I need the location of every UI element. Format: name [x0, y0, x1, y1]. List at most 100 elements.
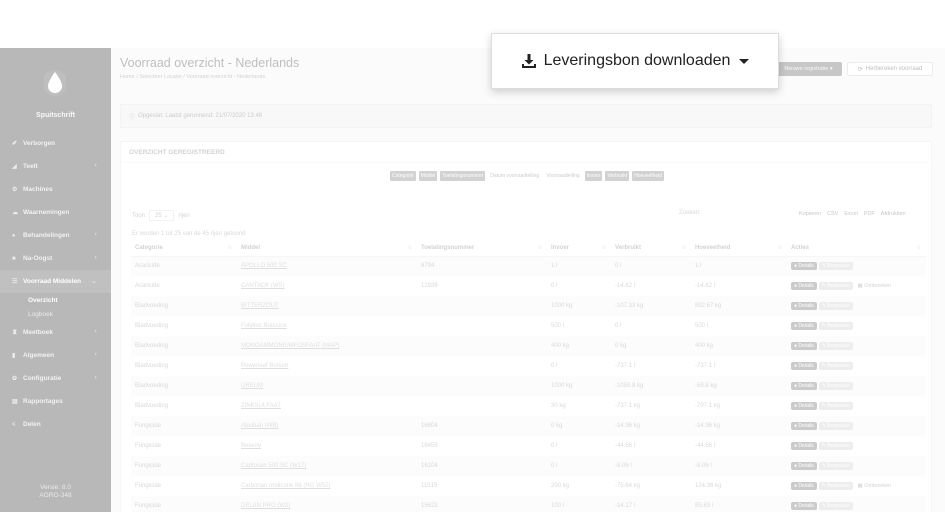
middel-link[interactable]: Powerleaf Borium [241, 363, 288, 369]
column-toggle-categorie[interactable]: Categorie [389, 171, 416, 181]
details-button[interactable]: ● Details [791, 302, 817, 310]
cell-toelatingsnummer: 8794 [417, 256, 547, 276]
water-drop-icon [44, 70, 66, 96]
details-button[interactable]: ● Details [791, 382, 817, 390]
middel-link[interactable]: APOLLO 500 SC [241, 263, 287, 269]
sidebar-item-waarnemingen[interactable]: ☁ Waarnemingen [0, 201, 111, 224]
export-kopieren-button[interactable]: Kopieren [797, 210, 823, 218]
column-toggle-datum-voorraadtelling[interactable]: Datum voorraadtelling [488, 171, 541, 181]
recalculate-stock-button[interactable]: ⟳ Herbereken voorraad [847, 62, 933, 76]
details-button[interactable]: ● Details [791, 442, 817, 450]
sidebar-item-voorraad-middelen[interactable]: ☰ Voorraad Middelen ⌄ [0, 270, 111, 293]
column-header-acties[interactable]: Acties ⇅ [787, 241, 926, 257]
details-button[interactable]: ● Details [791, 322, 817, 330]
sidebar-subitem-overzicht[interactable]: Overzicht [0, 293, 111, 307]
sidebar-item-label: Delen [23, 421, 41, 428]
cell-category: Acaricide [135, 283, 160, 289]
edit-label: Bewerken [827, 363, 850, 369]
middel-link[interactable]: Abiuban (WB) [241, 423, 278, 429]
cell-middel: APOLLO 500 SC [237, 256, 417, 276]
cell-middel: DELAN PRO (W2) [237, 496, 417, 512]
middel-link[interactable]: UREUM [241, 383, 263, 389]
cell-category: Bladvoeding [131, 376, 237, 396]
export-excel-button[interactable]: Excel [842, 210, 859, 218]
edit-button[interactable]: ✎ Bewerken [818, 382, 853, 390]
middel-link[interactable]: DELAN PRO (W2) [241, 503, 290, 509]
edit-button[interactable]: ✎ Bewerken [818, 442, 853, 450]
column-toggle-hoeveelheid[interactable]: Hoeveelheid [632, 171, 664, 181]
column-header-verbruikt[interactable]: Verbruikt ⇅ [611, 241, 691, 257]
column-header-toelatingsnummer[interactable]: Toelatingsnummer ⇅ [417, 241, 547, 257]
search-label: Zoeken: [679, 210, 701, 216]
delivery-note-download-dropdown[interactable]: Leveringsbon downloaden [491, 33, 779, 89]
edit-button[interactable]: ✎ Bewerken [818, 262, 853, 271]
edit-button[interactable]: ✎ Bewerken [818, 422, 853, 430]
edit-button[interactable]: ✎ Bewerken [818, 402, 853, 410]
omboeken-button[interactable]: ▦ Omboeken [858, 283, 892, 289]
details-button[interactable]: ● Details [791, 362, 817, 370]
sidebar-item-na-oogst[interactable]: ■ Na-Oogst ‹ [0, 247, 111, 270]
middel-link[interactable]: Foliplus Brassica [241, 323, 286, 329]
details-button[interactable]: ● Details [791, 282, 817, 290]
middel-link[interactable]: ZINKSULFAAT [241, 403, 281, 409]
edit-button[interactable]: ✎ Bewerken [818, 342, 853, 350]
edit-button[interactable]: ✎ Bewerken [818, 302, 853, 310]
column-header-invoer[interactable]: Invoer ⇅ [547, 241, 611, 257]
details-button[interactable]: ● Details [791, 462, 817, 470]
sidebar-item-rapportages[interactable]: ▤ Rapportages [0, 390, 111, 413]
middel-link[interactable]: MONOAMMONIUMFOSFAAT (MAP) [241, 343, 339, 349]
middel-link[interactable]: Belanty [241, 443, 261, 449]
info-icon: ⓘ [129, 114, 136, 121]
middel-link[interactable]: Captosan 500 SC (W17) [241, 463, 306, 469]
cell-actions: ● Details ✎ Bewerken [787, 376, 926, 396]
cell-verbruikt: -737.1 kg [615, 403, 641, 409]
sidebar-item-machines[interactable]: ⚙ Machines [0, 178, 111, 201]
cell-invoer: 1000 kg [547, 296, 611, 316]
cell-verbruikt: 0 kg [611, 336, 691, 356]
column-toggle-middel[interactable]: Middel [418, 171, 438, 181]
details-button[interactable]: ● Details [791, 482, 817, 490]
column-toggle-invoer[interactable]: Invoer [584, 171, 603, 181]
edit-button[interactable]: ✎ Bewerken [818, 482, 853, 490]
sidebar-item-teelt[interactable]: ◢ Teelt ‹ [0, 155, 111, 178]
edit-button[interactable]: ✎ Bewerken [818, 502, 853, 510]
sidebar-item-configuratie[interactable]: ✿ Configuratie ‹ [0, 367, 111, 390]
middel-link[interactable]: BITTERZOUT [241, 303, 279, 309]
sidebar-item-meetboek[interactable]: ♜ Meetboek ‹ [0, 321, 111, 344]
export-pdf-button[interactable]: PDF [862, 210, 877, 218]
sidebar-item-delen[interactable]: < Delen [0, 413, 111, 436]
sidebar-item-behandelingen[interactable]: ♠ Behandelingen ‹ [0, 224, 111, 247]
column-toggle-verbruikt[interactable]: Verbruikt [605, 171, 630, 181]
details-button[interactable]: ● Details [791, 502, 817, 510]
sidebar-item-algemeen[interactable]: ▮ Algemeen ‹ [0, 344, 111, 367]
new-registration-button[interactable]: Nieuwe registratie ▾ [775, 62, 842, 76]
column-header-categorie[interactable]: Categorie ⇅ [131, 241, 237, 257]
sidebar-subitem-logboek[interactable]: Logboek [0, 307, 111, 321]
edit-button[interactable]: ✎ Bewerken [818, 362, 853, 370]
cell-actions: ● Details ✎ Bewerken ▦ Omboeken [787, 476, 926, 496]
details-button[interactable]: ● Details [791, 342, 817, 350]
column-header-hoeveelheid[interactable]: Hoeveelheid ⇅ [691, 241, 787, 257]
details-button[interactable]: ● Details [791, 422, 817, 430]
edit-button[interactable]: ✎ Bewerken [818, 462, 853, 470]
column-toggle-toelatingsnummer[interactable]: Toelatingsnummer [440, 171, 486, 181]
table-row: Acaricide CANTACK (WS) 12939 0 l -14.62 l -14… [131, 276, 926, 296]
omboeken-button[interactable]: ▦ Omboeken [858, 483, 892, 489]
export-csv-button[interactable]: CSV [825, 210, 840, 218]
cell-hoeveelheid: -8.06 l [691, 456, 787, 476]
middel-link[interactable]: Carbonan ondicone 88 (RG W52) [241, 483, 330, 489]
details-button[interactable]: ● Details [791, 262, 817, 271]
rows-per-page-select[interactable]: 25 ⌄ [149, 210, 175, 221]
caret-down-icon [739, 58, 750, 64]
column-header-middel[interactable]: Middel ⇅ [237, 241, 417, 257]
details-button[interactable]: ● Details [791, 402, 817, 410]
edit-button[interactable]: ✎ Bewerken [818, 322, 853, 330]
column-toggle-voorraadtelling[interactable]: Voorraadtelling [544, 171, 581, 181]
export-afdrukken-button[interactable]: Afdrukken [879, 210, 908, 218]
download-label: Leveringsbon downloaden [543, 52, 731, 69]
middel-link[interactable]: CANTACK (WS) [241, 283, 285, 289]
sidebar-item-verborgen[interactable]: ✐ Verborgen [0, 132, 111, 155]
details-label: Details [798, 463, 814, 469]
edit-button[interactable]: ✎ Bewerken [818, 282, 853, 290]
cell-category: Fungicide [131, 416, 237, 436]
